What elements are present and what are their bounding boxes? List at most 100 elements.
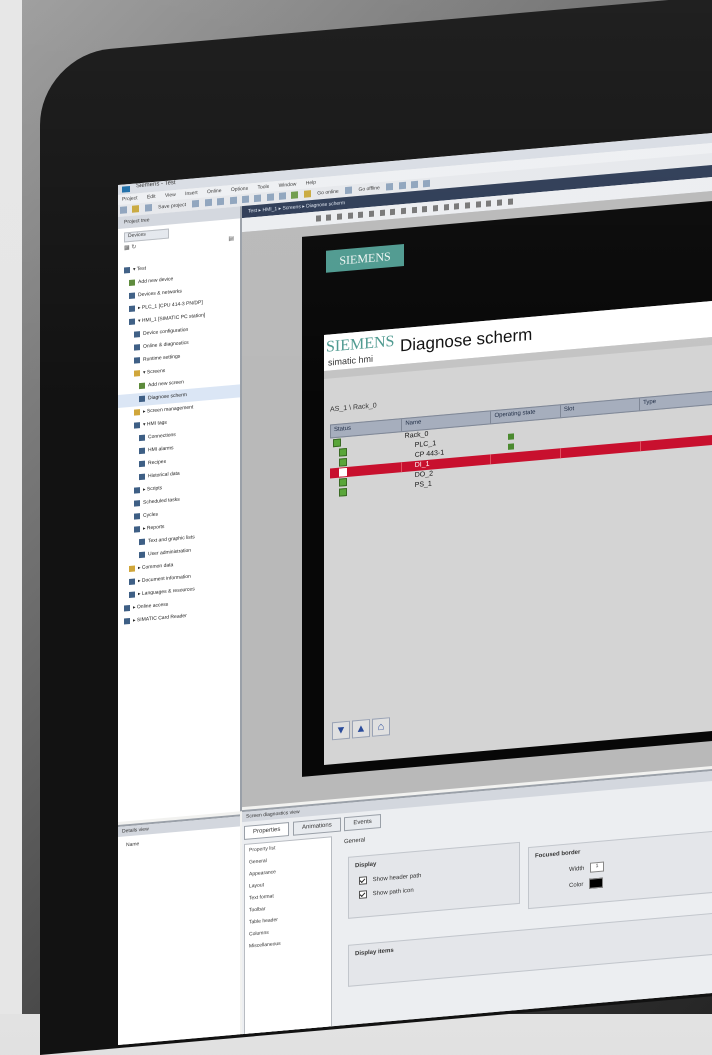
operating-state-icon bbox=[508, 433, 515, 440]
diagnostics-faceplate[interactable]: SIEMENS simatic hmi Diagnose scherm AS_1… bbox=[324, 298, 712, 765]
data-icon bbox=[139, 473, 145, 480]
save-project-button[interactable]: Save project bbox=[158, 202, 186, 210]
diagnostics-table: Status Name Operating state Slot Type Ra… bbox=[330, 387, 712, 499]
menu-insert[interactable]: Insert bbox=[185, 190, 198, 197]
status-ok-icon bbox=[333, 438, 341, 448]
menu-options[interactable]: Options bbox=[231, 186, 248, 194]
screen-icon bbox=[139, 395, 145, 402]
tree-item-label: Cycles bbox=[143, 511, 159, 519]
align-left-icon[interactable] bbox=[358, 211, 364, 218]
cut-icon[interactable] bbox=[204, 198, 212, 207]
flip-icon[interactable] bbox=[507, 198, 513, 205]
align-bottom-icon[interactable] bbox=[411, 206, 417, 214]
group-icon[interactable] bbox=[443, 204, 449, 211]
menu-view[interactable]: View bbox=[165, 192, 176, 199]
save-project-icon[interactable] bbox=[144, 204, 152, 212]
cross-reference-icon[interactable] bbox=[398, 181, 406, 190]
go-online-button[interactable]: Go online bbox=[317, 188, 338, 196]
compile-icon[interactable] bbox=[266, 193, 274, 201]
folder-icon bbox=[134, 369, 140, 377]
print-icon[interactable] bbox=[192, 199, 200, 208]
menu-window[interactable]: Window bbox=[279, 181, 297, 189]
align-top-icon[interactable] bbox=[390, 208, 396, 216]
show-path-icon-checkbox[interactable] bbox=[359, 890, 367, 899]
tree-item-label: Text and graphic lists bbox=[148, 534, 195, 545]
fill-color-icon[interactable] bbox=[465, 202, 471, 209]
folder-icon bbox=[129, 565, 135, 572]
tree-item-label: ▸ Common data bbox=[138, 562, 174, 572]
menu-tools[interactable]: Tools bbox=[257, 184, 269, 191]
strike-icon[interactable] bbox=[347, 212, 353, 219]
tab-animations[interactable]: Animations bbox=[293, 817, 341, 836]
alarm-icon bbox=[139, 447, 145, 454]
background-strip bbox=[0, 0, 22, 1014]
online-icon bbox=[124, 604, 130, 612]
refresh-icon[interactable]: ↻ bbox=[131, 244, 136, 250]
tree-item-label: Devices & networks bbox=[138, 288, 182, 299]
bring-front-icon[interactable] bbox=[422, 205, 428, 213]
plc-icon bbox=[129, 305, 135, 312]
tab-properties[interactable]: Properties bbox=[244, 822, 290, 840]
focused-border-group: Focused border Width 1 Color bbox=[528, 829, 712, 910]
paste-icon[interactable] bbox=[229, 196, 237, 205]
go-offline-button[interactable]: Go offline bbox=[358, 185, 379, 193]
script-icon bbox=[134, 486, 140, 494]
align-center-icon[interactable] bbox=[369, 210, 375, 218]
ungroup-icon[interactable] bbox=[454, 203, 460, 210]
new-project-icon[interactable] bbox=[120, 206, 127, 214]
send-back-icon[interactable] bbox=[433, 204, 439, 212]
open-folder-icon[interactable] bbox=[132, 205, 140, 213]
tree-settings-icon[interactable]: ▤ bbox=[228, 235, 234, 242]
display-items-title: Display items bbox=[355, 947, 394, 958]
scroll-up-icon[interactable]: ▲ bbox=[352, 718, 370, 739]
tree-item-label: ▾ Test bbox=[133, 265, 146, 273]
redo-icon[interactable] bbox=[254, 194, 262, 203]
network-icon bbox=[129, 292, 135, 299]
faceplate-title: Diagnose scherm bbox=[400, 324, 533, 356]
font-color-icon[interactable] bbox=[486, 200, 492, 207]
accessible-devices-icon[interactable] bbox=[386, 182, 394, 191]
split-horizontal-icon[interactable] bbox=[410, 180, 418, 189]
add-icon bbox=[129, 279, 135, 286]
width-input[interactable]: 1 bbox=[590, 861, 605, 873]
grid-view-icon[interactable]: ▦ bbox=[124, 245, 130, 251]
align-middle-icon[interactable] bbox=[401, 207, 407, 215]
hmi-screen[interactable]: SIEMENS SIEMENS simatic hmi Diagnose sch… bbox=[302, 198, 712, 777]
user-icon bbox=[139, 551, 145, 558]
tree-item-label: ▸ Online access bbox=[133, 601, 169, 611]
split-vertical-icon[interactable] bbox=[423, 179, 431, 188]
rotate-icon[interactable] bbox=[497, 199, 503, 206]
align-right-icon[interactable] bbox=[379, 209, 385, 217]
tree-item-label: ▸ Languages & resources bbox=[138, 586, 195, 598]
status-ok-icon bbox=[339, 487, 347, 497]
show-header-path-checkbox[interactable] bbox=[359, 876, 367, 885]
line-color-icon[interactable] bbox=[475, 201, 481, 208]
status-ok-icon bbox=[339, 477, 347, 487]
task-icon bbox=[134, 499, 140, 507]
color-swatch[interactable] bbox=[589, 877, 604, 889]
tree-item-label: Add new device bbox=[138, 276, 174, 286]
tree-item-label: Connections bbox=[148, 431, 176, 441]
faceplate-path: AS_1 \ Rack_0 bbox=[330, 402, 377, 414]
go-online-icon[interactable] bbox=[303, 190, 311, 198]
menu-project[interactable]: Project bbox=[122, 195, 138, 202]
go-offline-icon[interactable] bbox=[345, 186, 353, 195]
copy-icon[interactable] bbox=[217, 197, 225, 206]
display-group: Display Show header path Show path icon bbox=[348, 841, 520, 919]
download-icon[interactable] bbox=[279, 192, 287, 200]
scroll-down-icon[interactable]: ▼ bbox=[332, 720, 350, 741]
undo-icon[interactable] bbox=[241, 195, 249, 204]
menu-online[interactable]: Online bbox=[207, 188, 221, 195]
bold-icon[interactable] bbox=[315, 215, 321, 222]
tree-item-label: User administration bbox=[148, 547, 192, 558]
tree-item-label: Scheduled tasks bbox=[143, 496, 180, 506]
start-simulation-icon[interactable] bbox=[291, 191, 299, 199]
home-icon[interactable]: ⌂ bbox=[372, 717, 390, 737]
menu-edit[interactable]: Edit bbox=[147, 194, 156, 201]
tab-events[interactable]: Events bbox=[344, 814, 381, 832]
italic-icon[interactable] bbox=[326, 214, 332, 221]
menu-help[interactable]: Help bbox=[306, 180, 316, 187]
underline-icon[interactable] bbox=[337, 213, 343, 220]
cycle-icon bbox=[134, 512, 140, 520]
screen-editor: SIEMENS SIEMENS simatic hmi Diagnose sch… bbox=[242, 188, 712, 808]
